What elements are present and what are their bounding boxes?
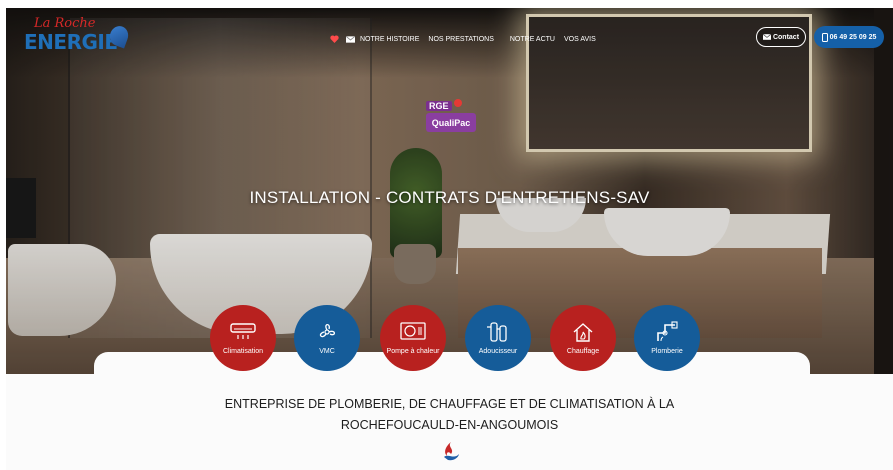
rge-label: RGE: [426, 101, 452, 111]
phone-button-label: 06 49 25 09 25: [829, 33, 877, 41]
heat-pump-icon: [400, 321, 426, 342]
service-label: Climatisation: [222, 347, 264, 355]
site-logo[interactable]: La Roche ENERGIE: [22, 16, 131, 56]
pipes-icon: [654, 320, 680, 342]
service-climatisation[interactable]: Climatisation: [210, 305, 276, 371]
page-heading-line1: ENTREPRISE DE PLOMBERIE, DE CHAUFFAGE ET…: [224, 397, 675, 411]
main-nav: NOTRE HISTOIRE NOS PRESTATIONS NOTRE ACT…: [328, 32, 605, 46]
contact-button[interactable]: Contact: [756, 27, 806, 47]
services-row: Climatisation VMC Pompe à chaleur Adouci…: [210, 305, 700, 371]
phone-button[interactable]: 06 49 25 09 25: [814, 26, 884, 48]
logo-brand-text: ENERGIE: [24, 30, 118, 54]
page-heading: ENTREPRISE DE PLOMBERIE, DE CHAUFFAGE ET…: [6, 394, 893, 436]
mail-icon[interactable]: [344, 33, 356, 45]
nav-item-prestations[interactable]: NOS PRESTATIONS: [428, 36, 493, 43]
rge-qualipac-badge: RGE QualiPac: [426, 99, 478, 133]
service-label: Pompe à chaleur: [386, 347, 440, 355]
hero-tagline: INSTALLATION - CONTRATS D'ENTRETIENS-SAV: [249, 188, 650, 207]
phone-icon: [821, 32, 828, 42]
service-vmc[interactable]: VMC: [294, 305, 360, 371]
service-adoucisseur[interactable]: Adoucisseur: [465, 305, 531, 371]
nav-item-histoire[interactable]: NOTRE HISTOIRE: [360, 36, 419, 43]
page: La Roche ENERGIE NOTRE HISTOIRE NOS PRES…: [6, 8, 893, 470]
service-chauffage[interactable]: Chauffage: [550, 305, 616, 371]
heart-icon[interactable]: [328, 33, 340, 45]
logo-script-text: La Roche: [34, 16, 96, 31]
fan-icon: [314, 322, 340, 342]
service-label: VMC: [319, 347, 335, 355]
service-label: Chauffage: [566, 347, 600, 355]
service-pompe-a-chaleur[interactable]: Pompe à chaleur: [380, 305, 446, 371]
air-conditioner-icon: [230, 322, 256, 342]
small-logo-icon: [440, 440, 462, 462]
service-plomberie[interactable]: Plomberie: [634, 305, 700, 371]
service-label: Adoucisseur: [478, 347, 518, 355]
page-heading-line2: ROCHEFOUCAULD-EN-ANGOUMOIS: [340, 418, 559, 432]
envelope-icon: [762, 34, 771, 40]
house-heating-icon: [570, 322, 596, 342]
water-softener-icon: [485, 321, 511, 342]
qualipac-label: QualiPac: [426, 113, 476, 132]
service-label: Plomberie: [651, 347, 683, 355]
contact-button-label: Contact: [772, 33, 800, 41]
nav-item-avis[interactable]: VOS AVIS: [564, 36, 596, 43]
nav-item-actu[interactable]: NOTRE ACTU: [510, 36, 555, 43]
